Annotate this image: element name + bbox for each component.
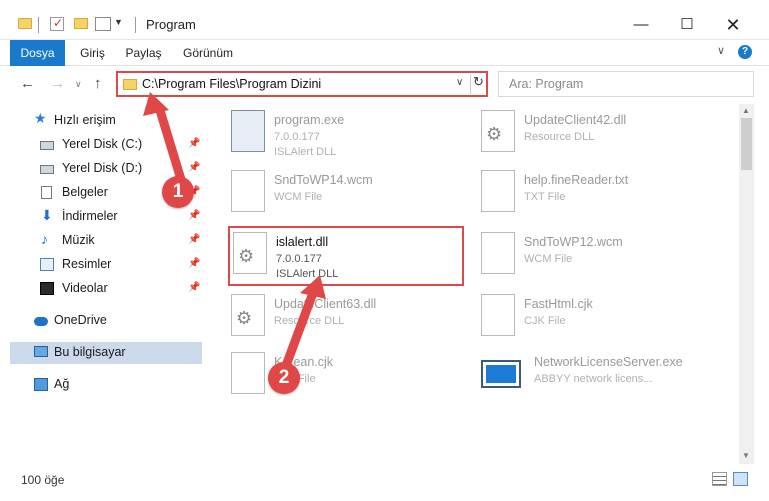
step-badge-2: 2 [268, 362, 300, 394]
annotation-arrows [143, 92, 326, 376]
arrow-2-head [300, 275, 326, 299]
step-badge-1: 1 [162, 176, 194, 208]
arrow-1-shaft [154, 102, 188, 191]
arrow-2-shaft [279, 288, 318, 376]
